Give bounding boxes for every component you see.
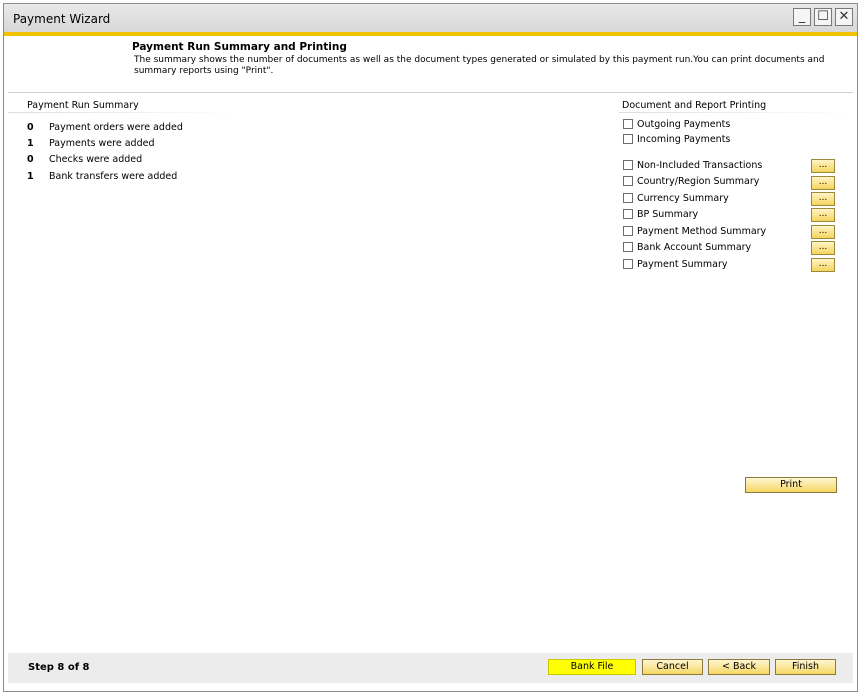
summary-text: Bank transfers were added	[49, 171, 178, 182]
step-title: Payment Run Summary and Printing	[132, 41, 347, 53]
summary-text: Payments were added	[49, 138, 155, 149]
payment-wizard-window: Payment Wizard _ ☐ ✕ Payment Run Summary…	[3, 3, 858, 692]
summary-count: 1	[27, 171, 34, 182]
checkbox-country-region-summary[interactable]: Country/Region Summary	[623, 176, 759, 190]
summary-count: 0	[27, 154, 34, 165]
checkbox[interactable]	[623, 119, 633, 129]
currency-options-button[interactable]: ...	[811, 192, 835, 206]
summary-text: Checks were added	[49, 154, 143, 165]
bank-file-button[interactable]: Bank File	[548, 659, 636, 675]
summary-row: 1 Bank transfers were added	[27, 171, 177, 182]
checkbox[interactable]	[623, 134, 633, 144]
checkbox-outgoing-payments[interactable]: Outgoing Payments	[623, 119, 730, 133]
summary-count: 0	[27, 122, 34, 133]
payment-method-options-button[interactable]: ...	[811, 225, 835, 239]
bp-options-button[interactable]: ...	[811, 208, 835, 222]
header-divider	[8, 92, 853, 94]
checkbox-bp-summary[interactable]: BP Summary	[623, 209, 698, 223]
bank-account-options-button[interactable]: ...	[811, 241, 835, 255]
summary-label: Payment Run Summary	[27, 100, 139, 111]
summary-row: 1 Payments were added	[27, 138, 155, 149]
close-icon[interactable]: ✕	[835, 8, 853, 26]
checkbox-bank-account-summary[interactable]: Bank Account Summary	[623, 242, 751, 256]
checkbox[interactable]	[623, 242, 633, 252]
summary-divider	[8, 112, 238, 113]
finish-button[interactable]: Finish	[775, 659, 836, 675]
checkbox[interactable]	[623, 259, 633, 269]
checkbox-payment-method-summary[interactable]: Payment Method Summary	[623, 226, 766, 240]
checkbox-incoming-payments[interactable]: Incoming Payments	[623, 134, 730, 148]
payment-summary-options-button[interactable]: ...	[811, 258, 835, 272]
step-description: The summary shows the number of document…	[134, 55, 825, 76]
minimize-icon[interactable]: _	[793, 8, 811, 26]
printing-divider	[619, 112, 853, 113]
cancel-button[interactable]: Cancel	[642, 659, 703, 675]
checkbox[interactable]	[623, 160, 633, 170]
checkbox[interactable]	[623, 176, 633, 186]
summary-count: 1	[27, 138, 34, 149]
summary-row: 0 Payment orders were added	[27, 122, 183, 133]
checkbox-payment-summary[interactable]: Payment Summary	[623, 259, 728, 273]
maximize-icon[interactable]: ☐	[814, 8, 832, 26]
wizard-footer: Step 8 of 8 Bank File Cancel < Back Fini…	[8, 653, 853, 683]
checkbox[interactable]	[623, 193, 633, 203]
country-region-options-button[interactable]: ...	[811, 176, 835, 190]
summary-row: 0 Checks were added	[27, 154, 142, 165]
printing-label: Document and Report Printing	[622, 100, 767, 111]
print-button[interactable]: Print	[745, 477, 837, 493]
non-included-options-button[interactable]: ...	[811, 159, 835, 173]
step-indicator: Step 8 of 8	[28, 662, 90, 673]
checkbox[interactable]	[623, 209, 633, 219]
summary-text: Payment orders were added	[49, 122, 183, 133]
checkbox-currency-summary[interactable]: Currency Summary	[623, 193, 729, 207]
checkbox-non-included-transactions[interactable]: Non-Included Transactions	[623, 160, 762, 174]
checkbox[interactable]	[623, 226, 633, 236]
back-button[interactable]: < Back	[708, 659, 770, 675]
window-title: Payment Wizard	[13, 12, 111, 26]
step-header: Payment Run Summary and Printing The sum…	[4, 36, 857, 94]
title-bar[interactable]: Payment Wizard _ ☐ ✕	[4, 4, 857, 36]
